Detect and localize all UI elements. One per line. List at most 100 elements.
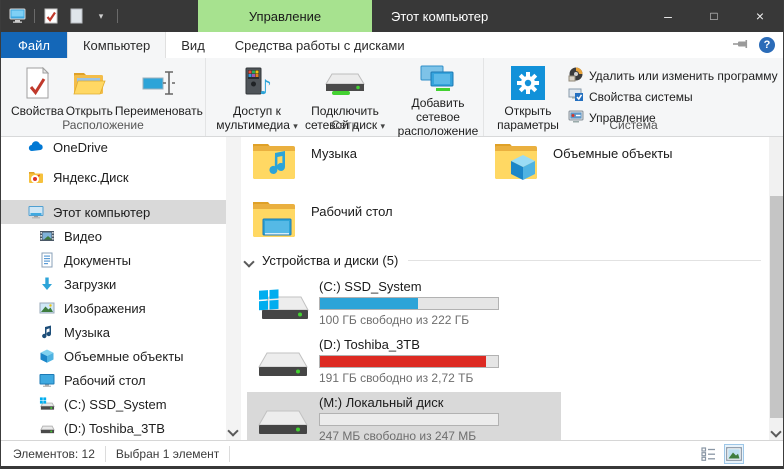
sidebar-item-pictures[interactable]: Изображения xyxy=(1,296,226,320)
system-properties-button[interactable]: Свойства системы xyxy=(568,86,778,107)
sidebar-item-music[interactable]: Музыка xyxy=(1,320,226,344)
drive-usage-bar xyxy=(319,413,499,426)
section-devices-and-drives[interactable]: Устройства и диски (5) xyxy=(245,253,765,268)
new-item-quick-icon[interactable] xyxy=(67,8,85,24)
3d-objects-icon xyxy=(39,348,55,364)
details-view-button[interactable] xyxy=(699,445,717,463)
sidebar-item-videos[interactable]: Видео xyxy=(1,224,226,248)
sidebar-item-label: (C:) SSD_System xyxy=(64,397,167,412)
uninstall-program-button[interactable]: Удалить или изменить программу xyxy=(568,65,778,86)
drive-c-large-icon xyxy=(255,279,311,332)
desktop-folder-icon xyxy=(251,197,297,241)
folder-tile-music[interactable]: Музыка xyxy=(251,139,357,183)
help-icon[interactable]: ? xyxy=(759,37,775,53)
drive-usage-bar xyxy=(319,355,499,368)
music-icon xyxy=(39,324,55,340)
open-folder-icon xyxy=(72,64,106,102)
pictures-icon xyxy=(39,300,55,316)
tab-file[interactable]: Файл xyxy=(1,32,67,58)
ribbon-tab-row: Файл Компьютер Вид Средства работы с дис… xyxy=(1,32,783,58)
group-label-system: Система xyxy=(484,118,783,132)
group-label-location: Расположение xyxy=(1,118,205,132)
ribbon-group-network: ♪ Доступ к мультимедиа ▾ Подключить сете… xyxy=(206,58,484,136)
properties-quick-icon[interactable] xyxy=(42,8,60,24)
downloads-icon xyxy=(39,276,55,292)
drive-large-icon xyxy=(255,337,311,390)
music-folder-icon xyxy=(251,139,297,183)
folder-tile-3d-objects[interactable]: Объемные объекты xyxy=(493,139,673,183)
properties-label: Свойства xyxy=(11,104,64,118)
computer-icon xyxy=(9,8,27,24)
sidebar-item-drive-d[interactable]: (D:) Toshiba_3TB xyxy=(1,416,226,440)
sidebar-item-label: Видео xyxy=(64,229,102,244)
contextual-tab-manage[interactable]: Управление xyxy=(198,0,372,32)
sidebar-item-this-pc[interactable]: Этот компьютер xyxy=(1,200,226,224)
documents-icon xyxy=(39,252,55,268)
folder-tile-desktop[interactable]: Рабочий стол xyxy=(251,197,393,241)
drive-large-icon xyxy=(255,395,311,440)
sidebar-item-label: Рабочий стол xyxy=(64,373,146,388)
sidebar-item-onedrive[interactable]: OneDrive xyxy=(1,137,226,159)
drive-tile-d[interactable]: (D:) Toshiba_3TB 191 ГБ свободно из 2,72… xyxy=(247,334,561,390)
scrollbar-thumb[interactable] xyxy=(770,196,783,418)
system-properties-icon xyxy=(568,87,584,106)
scroll-down-icon[interactable] xyxy=(229,425,238,434)
sidebar-scrollbar[interactable] xyxy=(226,137,241,440)
qat-separator xyxy=(34,9,35,23)
close-button[interactable]: × xyxy=(737,0,783,32)
collapse-section-icon[interactable] xyxy=(245,256,254,265)
sidebar-item-label: Яндекс.Диск xyxy=(53,170,129,185)
status-separator xyxy=(229,446,230,462)
group-label-network: Сеть xyxy=(206,118,483,132)
sidebar-item-label: Изображения xyxy=(64,301,146,316)
rename-icon xyxy=(142,64,176,102)
files-panel: Музыка Объемные объекты Рабочий стол Уст… xyxy=(241,137,769,440)
sidebar-item-label: Документы xyxy=(64,253,131,268)
tab-drive-tools[interactable]: Средства работы с дисками xyxy=(220,32,420,58)
sidebar-item-documents[interactable]: Документы xyxy=(1,248,226,272)
navigation-pane: OneDrive Яндекс.Диск Этот компьютер Виде… xyxy=(1,137,226,440)
media-server-icon: ♪ xyxy=(240,64,274,102)
sidebar-item-downloads[interactable]: Загрузки xyxy=(1,272,226,296)
3d-objects-folder-icon xyxy=(493,139,539,183)
sidebar-item-desktop[interactable]: Рабочий стол xyxy=(1,368,226,392)
drive-free-space: 247 МБ свободно из 247 МБ xyxy=(319,429,499,440)
items-count: Элементов: 12 xyxy=(13,447,95,461)
drive-name: (C:) SSD_System xyxy=(319,279,499,294)
tab-view[interactable]: Вид xyxy=(166,32,220,58)
content-area: OneDrive Яндекс.Диск Этот компьютер Виде… xyxy=(1,137,783,440)
titlebar: ▾ Управление Этот компьютер – □ × xyxy=(1,0,783,32)
vertical-scrollbar[interactable] xyxy=(769,137,783,440)
system-properties-label: Свойства системы xyxy=(589,90,693,104)
drive-tile-m[interactable]: (M:) Локальный диск 247 МБ свободно из 2… xyxy=(247,392,561,440)
sidebar-item-label: Загрузки xyxy=(64,277,116,292)
quick-access-toolbar: ▾ xyxy=(9,0,118,32)
thumbnail-view-button[interactable] xyxy=(725,445,743,463)
sidebar-item-yandex-disk[interactable]: Яндекс.Диск xyxy=(1,165,226,189)
sidebar-item-label: OneDrive xyxy=(53,140,108,155)
sidebar-item-3d-objects[interactable]: Объемные объекты xyxy=(1,344,226,368)
folder-label: Объемные объекты xyxy=(553,146,673,183)
sidebar-item-drive-c[interactable]: (C:) SSD_System xyxy=(1,392,226,416)
scroll-down-icon[interactable] xyxy=(772,426,781,435)
ribbon-group-system: Открыть параметры Удалить или изменить п… xyxy=(484,58,783,136)
pin-ribbon-icon[interactable] xyxy=(732,38,749,53)
ribbon-group-location: Свойства Открыть Переименовать Расположе… xyxy=(1,58,206,136)
status-separator xyxy=(105,446,106,462)
drive-tile-c[interactable]: (C:) SSD_System 100 ГБ свободно из 222 Г… xyxy=(247,276,561,332)
rename-label: Переименовать xyxy=(115,104,203,118)
sidebar-item-label: Объемные объекты xyxy=(64,349,184,364)
minimize-button[interactable]: – xyxy=(645,0,691,32)
section-title: Устройства и диски (5) xyxy=(262,253,398,268)
tab-computer[interactable]: Компьютер xyxy=(67,32,166,58)
sidebar-item-label: (D:) Toshiba_3TB xyxy=(64,421,165,436)
svg-text:♪: ♪ xyxy=(259,75,272,99)
maximize-button[interactable]: □ xyxy=(691,0,737,32)
section-divider xyxy=(408,260,761,261)
open-label: Открыть xyxy=(66,104,113,118)
qat-dropdown-icon[interactable]: ▾ xyxy=(92,8,110,24)
explorer-window: ▾ Управление Этот компьютер – □ × Файл К… xyxy=(0,0,784,469)
selection-count: Выбран 1 элемент xyxy=(116,447,219,461)
status-bar: Элементов: 12 Выбран 1 элемент xyxy=(1,440,783,466)
drive-usage-bar xyxy=(319,297,499,310)
